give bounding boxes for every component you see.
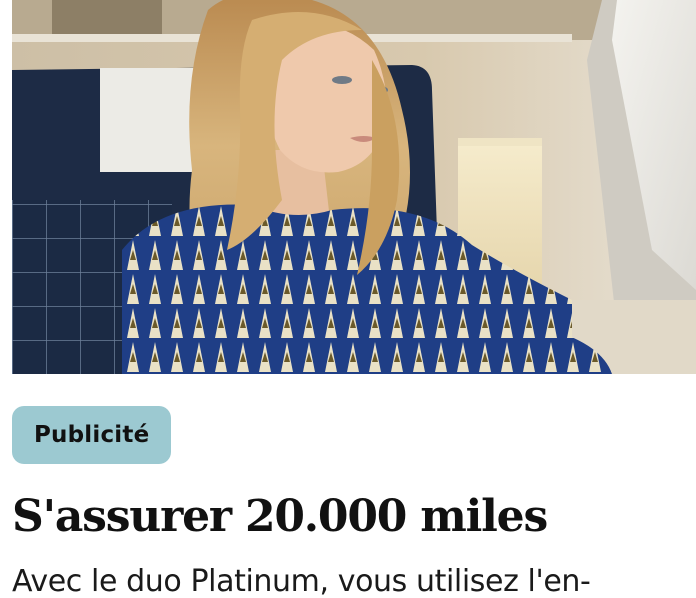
advertisement-badge: Publicité (12, 406, 172, 464)
ad-description: Avec le duo Platinum, vous utilisez l'en… (12, 564, 591, 598)
ad-title[interactable]: S'assurer 20.000 miles (12, 487, 548, 547)
hero-image[interactable] (12, 0, 696, 374)
hero-illustration (12, 0, 696, 374)
ad-card[interactable]: Publicité S'assurer 20.000 miles Avec le… (0, 0, 696, 598)
